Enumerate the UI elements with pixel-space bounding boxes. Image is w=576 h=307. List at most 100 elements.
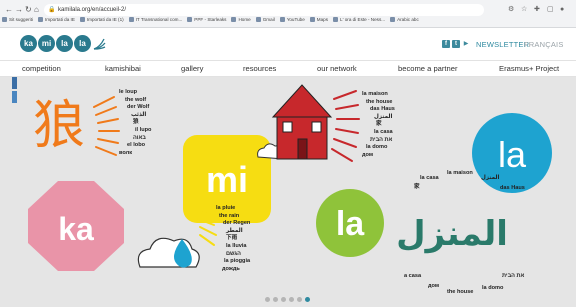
reload-icon[interactable]: ↻ xyxy=(25,3,32,17)
wolf-word: el lobo xyxy=(127,142,146,149)
nav-resources[interactable]: resources xyxy=(243,64,276,73)
extension-icon[interactable]: ⚙ xyxy=(508,4,514,16)
address-row: ← → ↻ ⌂ 🔒 kamilala.org/en/accueil-2/ ⚙ ☆… xyxy=(0,3,576,17)
rain-word: la lluvia xyxy=(226,242,247,249)
bookmark-item[interactable]: Arabic abc xyxy=(390,17,419,22)
bookmark-favicon-icon xyxy=(309,17,315,22)
bookmark-favicon-icon xyxy=(231,17,237,22)
url-text: kamilala.org/en/accueil-2/ xyxy=(58,7,127,13)
house-word: la domo xyxy=(366,144,388,151)
wolf-word: der Wolf xyxy=(127,104,150,111)
slider-dot[interactable] xyxy=(297,297,302,302)
bookmark-label: Arabic abc xyxy=(397,17,419,22)
bookmark-label: IT Transnational com... xyxy=(135,17,183,22)
side-tab-1[interactable] xyxy=(12,77,17,89)
rain-word: la pioggia xyxy=(224,258,251,265)
profile-icon[interactable]: ● xyxy=(560,4,564,16)
bookmark-item[interactable]: YouTube xyxy=(279,17,305,22)
puzzle-icon[interactable]: ✚ xyxy=(534,4,540,16)
bookmark-label: Sit suggeriti xyxy=(9,17,34,22)
bookmark-item[interactable]: PPF - Starleaks xyxy=(187,17,226,22)
bookmark-item[interactable]: L' ora di Este - Ness... xyxy=(333,17,385,22)
slider-dot[interactable] xyxy=(305,297,310,302)
bookmark-label: Maps xyxy=(316,17,329,22)
language-link[interactable]: FRANÇAIS xyxy=(524,40,564,49)
rain-word: 下雨 xyxy=(226,235,238,242)
rain-word: הגשם xyxy=(226,250,241,257)
bookmark-label: PPF - Starleaks xyxy=(194,17,227,22)
rain-word: la pluie xyxy=(216,205,236,211)
house-word: дом xyxy=(362,151,374,158)
logo-circle-ka: ka xyxy=(20,35,37,52)
wolf-word: il lupo xyxy=(135,126,152,133)
star-icon[interactable]: ☆ xyxy=(521,4,527,16)
la-green-text: la xyxy=(336,205,365,243)
kamilala-logo[interactable]: ka mi la la xyxy=(20,35,106,55)
bookmark-item[interactable]: Home xyxy=(231,17,251,22)
slider-dot[interactable] xyxy=(281,297,286,302)
house-roof xyxy=(271,84,333,118)
house-word: la casa xyxy=(374,128,393,135)
bookmark-favicon-icon xyxy=(38,17,44,22)
mi-text: mi xyxy=(206,159,248,200)
logo-circle-mi: mi xyxy=(38,35,55,52)
bookmark-item[interactable]: Importati da IE (1) xyxy=(79,17,124,22)
bookmark-label: YouTube xyxy=(286,17,305,22)
scatter-la-casa: la casa xyxy=(420,175,439,181)
twitter-icon[interactable]: t xyxy=(452,40,460,48)
bookmark-item[interactable]: IT Transnational com... xyxy=(128,17,183,22)
wolf-kanji: 狼 xyxy=(33,96,85,156)
bookmark-item[interactable]: Sit suggeriti xyxy=(2,17,33,22)
house-word: את הבית xyxy=(370,136,393,143)
rain-word: the rain xyxy=(219,212,240,219)
sidebar-icon[interactable]: ▢ xyxy=(547,4,554,16)
nav-our-network[interactable]: our network xyxy=(317,64,357,73)
bookmark-item[interactable]: Maps xyxy=(309,17,329,22)
wolf-word: 狼 xyxy=(133,119,139,126)
slider-dot[interactable] xyxy=(273,297,278,302)
house-word: das Haus xyxy=(370,106,395,113)
bookmark-label: Gmail xyxy=(262,17,275,22)
side-tab-2[interactable] xyxy=(12,91,17,103)
bookmark-label: L' ora di Este - Ness... xyxy=(340,17,386,22)
youtube-icon[interactable]: ▶ xyxy=(462,40,470,48)
scatter-la-maison: la maison xyxy=(447,170,473,176)
slider-dot[interactable] xyxy=(289,297,294,302)
hero-slider: 狼 ka mi la la المنزل le loup the wolf de… xyxy=(0,77,576,307)
facebook-icon[interactable]: f xyxy=(442,40,450,48)
forward-icon[interactable]: → xyxy=(15,3,23,17)
home-icon[interactable]: ⌂ xyxy=(34,3,39,17)
house-word-list: la maison the house das Haus المنزل 家 la… xyxy=(360,91,395,159)
arabic-house-word: المنزل xyxy=(396,214,508,254)
bookmark-favicon-icon xyxy=(255,17,261,22)
scatter-a-casa: a casa xyxy=(404,273,422,279)
scatter-heb: את הבית xyxy=(502,273,525,279)
bookmarks-bar: Sit suggeriti Importati da IE Importati da… xyxy=(2,17,574,27)
scatter-ja: 家 xyxy=(414,184,420,190)
newsletter-link[interactable]: NEWSLETTER xyxy=(476,40,529,49)
bookmark-favicon-icon xyxy=(128,17,134,22)
bookmark-favicon-icon xyxy=(390,17,396,22)
house-word: la maison xyxy=(362,91,388,97)
house-rays xyxy=(331,90,360,162)
back-icon[interactable]: ← xyxy=(5,3,13,17)
house-word: 家 xyxy=(376,121,382,128)
bookmark-favicon-icon xyxy=(333,17,339,22)
nav-kamishibai[interactable]: kamishibai xyxy=(105,64,141,73)
wolf-rays xyxy=(93,96,120,156)
nav-competition[interactable]: competition xyxy=(22,64,61,73)
bookmark-item[interactable]: Gmail xyxy=(255,17,275,22)
logo-fan-icon xyxy=(92,35,106,52)
bookmark-item[interactable]: Importati da IE xyxy=(38,17,75,22)
bookmark-label: Home xyxy=(238,17,251,22)
nav-gallery[interactable]: gallery xyxy=(181,64,203,73)
nav-become-partner[interactable]: become a partner xyxy=(398,64,458,73)
browser-chrome: ← → ↻ ⌂ 🔒 kamilala.org/en/accueil-2/ ⚙ ☆… xyxy=(0,0,576,28)
rain-word-list: la pluie the rain der Regen المطر 下雨 la … xyxy=(216,205,250,273)
rain-word: дождь xyxy=(222,265,240,272)
url-bar[interactable]: 🔒 kamilala.org/en/accueil-2/ xyxy=(44,4,484,16)
slider-dot[interactable] xyxy=(265,297,270,302)
wolf-word: le loup xyxy=(119,89,138,95)
nav-erasmus-project[interactable]: Erasmus+ Project xyxy=(499,64,559,73)
logo-circle-la: la xyxy=(56,35,73,52)
